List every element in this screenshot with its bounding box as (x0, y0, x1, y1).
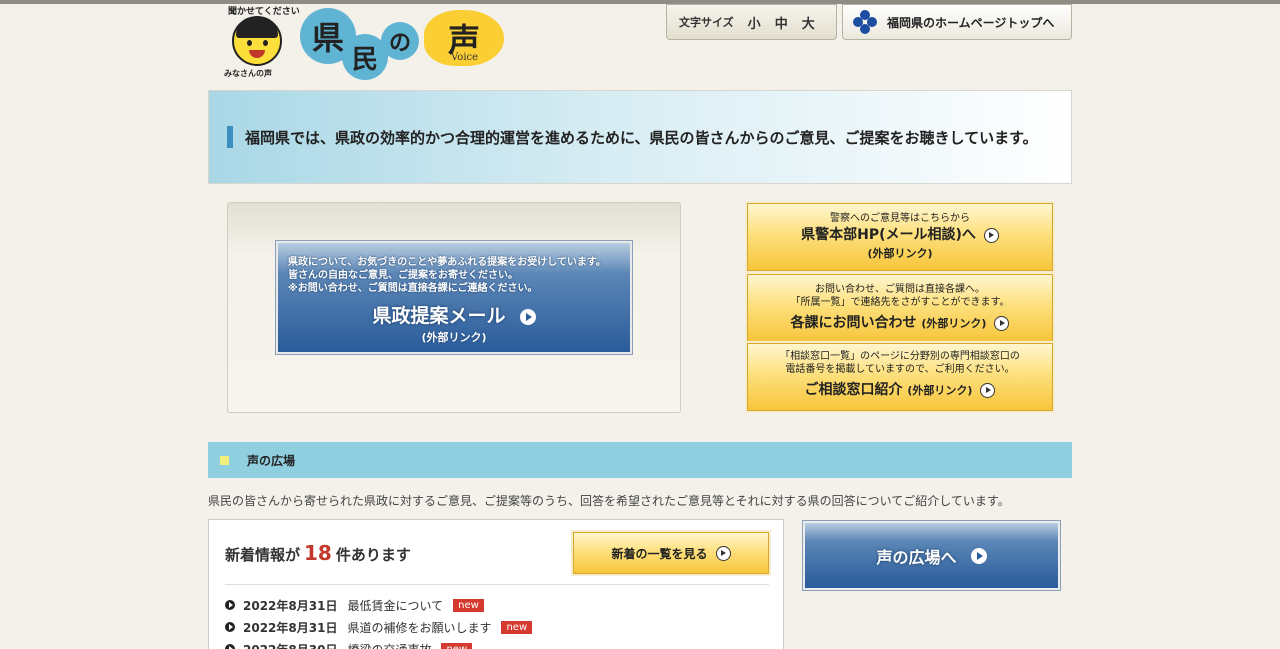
mail-desc-line-2: 皆さんの自由なご意見、ご提案をお寄せください。 (288, 270, 518, 281)
police-hq-button[interactable]: 警察へのご意見等はこちらから 県警本部HP(メール相談)へ (外部リンク) (745, 201, 1055, 273)
news-list: 2022年8月31日 最低賃金について new 2022年8月31日 県道の補修… (225, 594, 533, 649)
contact-external-note: (外部リンク) (921, 317, 987, 330)
new-badge: new (453, 598, 484, 612)
news-box: 新着情報が 18 件あります 新着の一覧を見る 2022年8月31日 最低賃金につい… (208, 519, 784, 649)
contact-desc-line-1: お問い合わせ、ご質問は直接各課へ。 (815, 284, 985, 295)
logo-arc-top: 聞かせてください (228, 7, 300, 17)
voice-square-title: 声の広場 (247, 453, 296, 468)
news-count-prefix: 新着情報が (225, 546, 301, 564)
news-date: 2022年8月31日 (243, 598, 338, 613)
play-icon (970, 547, 987, 564)
news-item: 2022年8月31日 最低賃金について new (225, 594, 532, 616)
view-all-news-button[interactable]: 新着の一覧を見る (571, 530, 771, 576)
site-logo[interactable]: 聞かせてください みなさんの声 県 民 の 声 Voice (214, 2, 519, 84)
banner-text: 福岡県では、県政の効率的かつ合理的運営を進めるために、県民の皆さんからのご意見、… (245, 128, 1038, 147)
news-count: 新着情報が 18 件あります (225, 541, 411, 565)
consultation-desk-button[interactable]: 「相談窓口一覧」のページに分野別の専門相談窓口の 電話番号を掲載していますので、… (745, 341, 1055, 413)
play-icon (980, 382, 996, 398)
news-title-link[interactable]: 県道の補修をお願いします (347, 619, 491, 636)
voice-square-description: 県民の皆さんから寄せられた県政に対するご意見、ご提案等のうち、回答を希望されたご… (208, 494, 1010, 508)
police-title: 県警本部HP(メール相談)へ (748, 225, 1052, 245)
voice-square-button-label: 声の広場へ (876, 547, 957, 567)
news-title-link[interactable]: 最低賃金について (347, 597, 443, 614)
voice-square-header: 声の広場 (208, 442, 1072, 478)
top-border (0, 0, 1280, 4)
news-count-suffix: 件あります (335, 546, 411, 564)
consult-desc-line-2: 電話番号を掲載していますので、ご利用ください。 (785, 364, 1015, 375)
police-desc: 警察へのご意見等はこちらから (830, 213, 970, 224)
contact-desc-line-2: 「所属一覧」で連絡先をさがすことができます。 (790, 297, 1010, 308)
news-item: 2022年8月31日 県道の補修をお願いします new (225, 616, 533, 638)
mail-desc-line-3: ※お問い合わせ、ご質問は直接各課にご連絡ください。 (288, 283, 538, 294)
mascot-face-icon (232, 16, 282, 66)
consult-title: ご相談窓口紹介 (外部リンク) (748, 380, 1052, 401)
consult-desc-line-1: 「相談窓口一覧」のページに分野別の専門相談窓口の (780, 351, 1020, 362)
logo-voice-text: Voice (451, 52, 479, 63)
font-size-label: 文字サイズ (679, 16, 734, 29)
proposal-mail-title: 県政提案メール (278, 301, 630, 328)
logo-arc-bottom: みなさんの声 (224, 69, 272, 78)
bullet-play-icon (225, 600, 235, 610)
bullet-play-icon (225, 644, 235, 649)
news-divider (225, 584, 769, 585)
department-contact-button[interactable]: お問い合わせ、ご質問は直接各課へ。 「所属一覧」で連絡先をさがすことができます。… (745, 272, 1055, 344)
news-count-number: 18 (304, 541, 332, 565)
play-icon (715, 545, 731, 561)
banner-accent-bar (227, 126, 233, 148)
proposal-mail-description: 県政について、お気づきのことや夢あふれる提案をお受けしています。 皆さんの自由な… (288, 256, 628, 295)
play-icon (519, 308, 536, 325)
square-bullet-icon (220, 455, 229, 465)
news-date: 2022年8月30日 (243, 641, 337, 649)
proposal-mail-button[interactable]: 県政について、お気づきのことや夢あふれる提案をお受けしています。 皆さんの自由な… (275, 240, 633, 355)
prefecture-home-label: 福岡県のホームページトップへ (887, 15, 1055, 30)
new-badge: new (441, 642, 473, 649)
font-size-medium-button[interactable]: 中 (775, 13, 788, 32)
bullet-play-icon (225, 622, 235, 632)
play-icon (983, 227, 999, 243)
police-title-text: 県警本部HP(メール相談)へ (801, 227, 976, 243)
font-size-small-button[interactable]: 小 (748, 13, 761, 32)
proposal-mail-title-text: 県政提案メール (372, 305, 506, 327)
news-date: 2022年8月31日 (243, 620, 338, 635)
font-size-switcher: 文字サイズ 小 中 大 (666, 4, 837, 40)
intro-banner: 福岡県では、県政の効率的かつ合理的運営を進めるために、県民の皆さんからのご意見、… (208, 90, 1072, 184)
prefecture-home-link[interactable]: 福岡県のホームページトップへ (842, 4, 1072, 40)
consult-external-note: (外部リンク) (907, 384, 973, 397)
news-title-link[interactable]: 橋梁の交通事故 (347, 641, 431, 649)
contact-title-text: 各課にお問い合わせ (790, 315, 917, 331)
new-badge: new (501, 620, 533, 634)
voice-square-button[interactable]: 声の広場へ (802, 520, 1061, 591)
police-external-note: (外部リンク) (867, 247, 933, 260)
logo-char-no: の (381, 22, 419, 60)
fukuoka-emblem-icon (853, 10, 877, 34)
mail-desc-line-1: 県政について、お気づきのことや夢あふれる提案をお受けしています。 (288, 257, 606, 268)
consult-title-text: ご相談窓口紹介 (804, 382, 903, 398)
play-icon (994, 315, 1010, 331)
contact-title: 各課にお問い合わせ (外部リンク) (748, 313, 1052, 334)
proposal-mail-external-note: (外部リンク) (421, 331, 487, 344)
news-item: 2022年8月30日 橋梁の交通事故 new (225, 638, 532, 649)
view-all-news-label: 新着の一覧を見る (611, 546, 708, 561)
font-size-large-button[interactable]: 大 (802, 13, 815, 32)
